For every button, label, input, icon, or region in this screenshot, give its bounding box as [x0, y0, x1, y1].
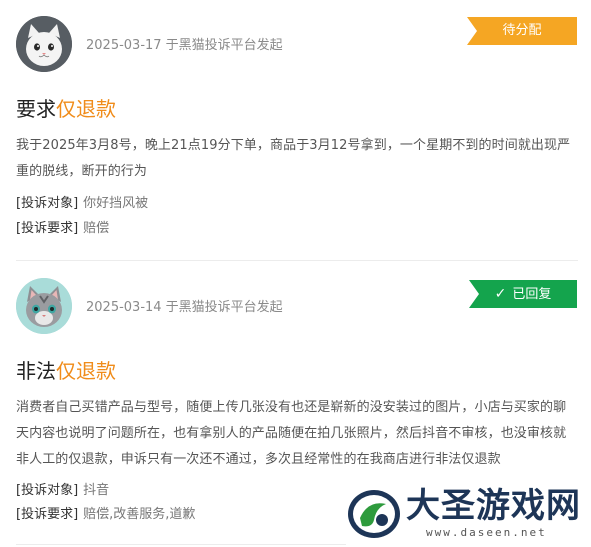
title-prefix: 要求	[16, 97, 56, 121]
status-label: 待分配	[502, 23, 542, 38]
complaint-date: 2025-03-17 于黑猫投诉平台发起	[86, 38, 283, 53]
check-icon: ✓	[494, 286, 507, 302]
target-label: [投诉对象]	[16, 483, 79, 498]
target-value: 抖音	[83, 483, 110, 498]
complaint-description: 我于2025年3月8号，晚上21点19分下单，商品于3月12号拿到，一个星期不到…	[16, 138, 571, 179]
title-prefix: 非法	[16, 359, 56, 383]
status-label: 已回复	[512, 287, 552, 302]
site-logo-icon	[348, 490, 400, 538]
watermark-url: www.daseen.net	[426, 526, 547, 539]
complaint-target-row: [投诉对象] 抖音	[16, 482, 109, 500]
avatar	[16, 278, 72, 334]
cat-avatar-icon	[16, 16, 72, 72]
status-badge: ✓ 已回复	[469, 280, 577, 308]
demand-label: [投诉要求]	[16, 221, 79, 236]
complaint-description: 消费者自己买错产品与型号，随便上传几张没有也还是崭新的没安装过的图片，小店与买家…	[16, 400, 567, 467]
complaint-card[interactable]: 2025-03-17 于黑猫投诉平台发起 待分配 要求仅退款 我于2025年3月…	[0, 0, 591, 262]
complaint-title[interactable]: 非法仅退款	[16, 358, 116, 384]
watermark-text: 大圣游戏网	[406, 486, 581, 526]
tabby-cat-avatar-icon	[16, 278, 72, 334]
status-badge: 待分配	[467, 17, 577, 45]
complaint-title[interactable]: 要求仅退款	[16, 96, 116, 122]
demand-value: 赔偿	[83, 221, 110, 236]
target-label: [投诉对象]	[16, 196, 79, 211]
complaint-target-row: [投诉对象] 你好挡风被	[16, 195, 148, 213]
target-value: 你好挡风被	[83, 196, 149, 211]
divider	[16, 260, 578, 261]
title-highlight: 仅退款	[56, 97, 116, 121]
complaint-date: 2025-03-14 于黑猫投诉平台发起	[86, 300, 283, 315]
demand-label: [投诉要求]	[16, 507, 79, 522]
title-highlight: 仅退款	[56, 359, 116, 383]
demand-value: 赔偿,改善服务,道歉	[83, 507, 196, 522]
complaint-demand-row: [投诉要求] 赔偿	[16, 220, 109, 238]
avatar	[16, 16, 72, 72]
divider	[16, 544, 346, 545]
site-watermark: 大圣游戏网 www.daseen.net	[342, 486, 582, 542]
complaint-demand-row: [投诉要求] 赔偿,改善服务,道歉	[16, 506, 195, 524]
